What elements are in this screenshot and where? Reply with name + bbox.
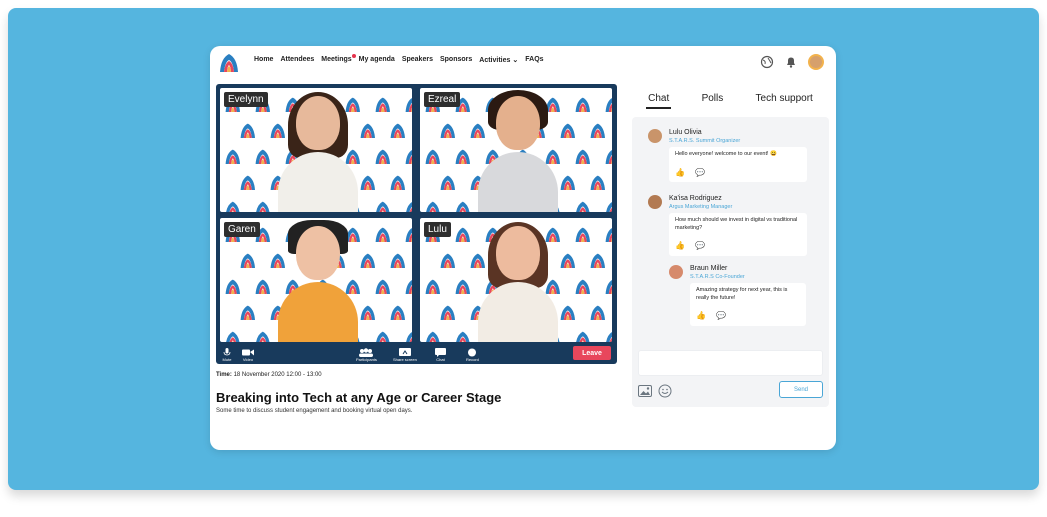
tab-tech-support[interactable]: Tech support	[756, 91, 813, 106]
video-conference: Evelynn Ezreal Garen Lulu Mute Video Par…	[216, 84, 617, 364]
chat-button[interactable]: Chat	[435, 348, 446, 362]
session-time: Time: 18 November 2020 12:00 - 13:00	[216, 372, 618, 378]
participant-video	[478, 222, 558, 342]
avatar	[669, 265, 683, 279]
mute-button[interactable]: Mute	[222, 348, 232, 362]
tab-polls[interactable]: Polls	[702, 91, 724, 106]
message-bubble: Hello everyone! welcome to our event! 😀 …	[669, 147, 807, 182]
top-bar: Home Attendees Meetings My agenda Speake…	[210, 46, 836, 78]
participants-label: Participants	[356, 357, 377, 362]
message-actions: 👍 💬	[696, 310, 800, 321]
time-label: Time:	[216, 372, 232, 378]
nav-activities[interactable]: Activities ⌄	[479, 56, 518, 64]
share-screen-button[interactable]: Share screen	[393, 348, 417, 362]
app-window: Home Attendees Meetings My agenda Speake…	[210, 46, 836, 450]
send-button[interactable]: Send	[779, 381, 823, 398]
share-screen-icon	[398, 348, 411, 356]
video-tile[interactable]: Garen	[220, 218, 412, 342]
brand-logo	[220, 54, 238, 72]
chat-message: Ka'isa Rodriguez Argus Marketing Manager…	[648, 195, 818, 256]
time-value: 18 November 2020 12:00 - 13:00	[233, 372, 322, 378]
nav-home[interactable]: Home	[254, 56, 273, 64]
video-label: Video	[242, 357, 254, 362]
thumbs-up-icon[interactable]: 👍	[675, 240, 685, 251]
participant-video	[478, 90, 558, 212]
session-description: Some time to discuss student engagement …	[216, 408, 413, 414]
participant-name: Ezreal	[424, 92, 461, 107]
video-tile[interactable]: Evelynn	[220, 88, 412, 212]
chat-panel: Lulu Olivia S.T.A.R.S. Summit Organizer …	[632, 117, 829, 407]
globe-icon[interactable]	[760, 55, 774, 69]
image-icon[interactable]	[638, 385, 652, 397]
sender-name: Lulu Olivia	[669, 129, 702, 136]
tab-chat[interactable]: Chat	[646, 91, 672, 109]
chat-reply: Braun Miller S.T.A.R.S Co-Founder Amazin…	[669, 265, 819, 326]
sidebar-tabs: Chat Polls Tech support	[632, 84, 829, 112]
participant-name: Evelynn	[224, 92, 268, 107]
avatar	[648, 195, 662, 209]
video-button[interactable]: Video	[242, 348, 254, 362]
record-button[interactable]: Record	[466, 348, 479, 362]
nav-my-agenda[interactable]: My agenda	[359, 56, 395, 64]
thumbs-up-icon[interactable]: 👍	[696, 310, 706, 321]
nav-faqs[interactable]: FAQs	[525, 56, 543, 64]
sender-name: Ka'isa Rodriguez	[669, 195, 722, 202]
reply-icon[interactable]: 💬	[716, 310, 726, 321]
message-bubble: How much should we invest in digital vs …	[669, 213, 807, 256]
participant-name: Garen	[224, 222, 260, 237]
chat-input[interactable]	[638, 350, 823, 376]
participant-video	[278, 220, 358, 342]
sender-role: Argus Marketing Manager	[669, 204, 733, 210]
mute-label: Mute	[222, 357, 232, 362]
call-controls: Mute Video Participants Share screen Cha…	[216, 342, 617, 364]
chat-message: Lulu Olivia S.T.A.R.S. Summit Organizer …	[648, 129, 818, 189]
sender-name: Braun Miller	[690, 265, 728, 272]
sidebar: Chat Polls Tech support Lulu Olivia S.T.…	[632, 84, 829, 444]
participant-video	[278, 92, 358, 212]
emoji-icon[interactable]	[658, 384, 672, 398]
camera-icon	[242, 349, 254, 356]
main-content: Evelynn Ezreal Garen Lulu Mute Video Par…	[216, 84, 618, 414]
share-screen-label: Share screen	[393, 357, 417, 362]
chevron-down-icon: ⌄	[512, 57, 519, 64]
main-nav: Home Attendees Meetings My agenda Speake…	[254, 54, 551, 64]
nav-meetings-label: Meetings	[321, 56, 352, 63]
avatar	[648, 129, 662, 143]
participants-button[interactable]: Participants	[356, 348, 377, 362]
nav-activities-label: Activities	[479, 57, 511, 64]
microphone-icon	[223, 348, 231, 356]
sender-role: S.T.A.R.S. Summit Organizer	[669, 138, 741, 144]
reply-icon[interactable]: 💬	[695, 240, 705, 251]
chat-label: Chat	[436, 357, 445, 362]
participant-name: Lulu	[424, 222, 451, 237]
chat-input-actions: Send	[638, 381, 823, 399]
message-text: Amazing strategy for next year, this is …	[696, 287, 788, 301]
video-tile[interactable]: Lulu	[420, 218, 612, 342]
bell-icon[interactable]	[784, 55, 798, 69]
message-actions: 👍 💬	[675, 240, 801, 251]
reply-icon[interactable]: 💬	[695, 167, 705, 178]
message-bubble: Amazing strategy for next year, this is …	[690, 283, 806, 326]
message-text: Hello everyone! welcome to our event! 😀	[675, 151, 777, 157]
user-avatar[interactable]	[808, 54, 824, 70]
video-tile[interactable]: Ezreal	[420, 88, 612, 212]
record-label: Record	[466, 357, 479, 362]
notification-dot	[351, 54, 356, 58]
nav-sponsors[interactable]: Sponsors	[440, 56, 472, 64]
participants-icon	[359, 348, 374, 357]
nav-attendees[interactable]: Attendees	[280, 56, 314, 64]
leave-button[interactable]: Leave	[573, 346, 611, 360]
chat-bubble-icon	[435, 348, 446, 357]
nav-speakers[interactable]: Speakers	[402, 56, 433, 64]
message-actions: 👍 💬	[675, 167, 801, 178]
message-text: How much should we invest in digital vs …	[675, 217, 798, 231]
thumbs-up-icon[interactable]: 👍	[675, 167, 685, 178]
session-title: Breaking into Tech at any Age or Career …	[216, 390, 502, 405]
record-icon	[468, 348, 477, 357]
header-actions	[760, 54, 824, 70]
sender-role: S.T.A.R.S Co-Founder	[690, 274, 745, 280]
nav-meetings[interactable]: Meetings	[321, 54, 356, 64]
